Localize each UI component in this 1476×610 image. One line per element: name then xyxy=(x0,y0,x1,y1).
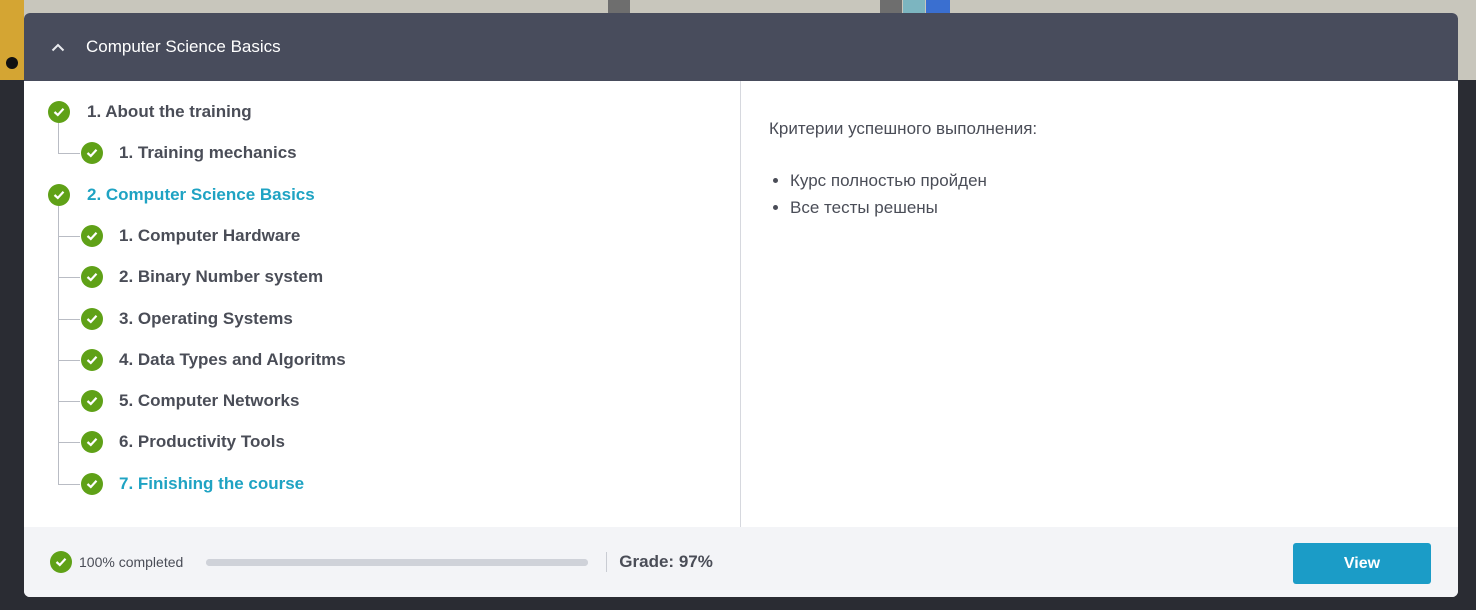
tree-lesson[interactable]: 1. Training mechanics xyxy=(81,138,297,168)
background-dark-area xyxy=(1458,80,1476,610)
check-circle-icon xyxy=(48,183,70,206)
chevron-up-icon xyxy=(51,43,65,51)
tree-item-label: 1. Training mechanics xyxy=(119,143,297,163)
check-circle-icon xyxy=(81,472,103,495)
check-circle-icon xyxy=(81,266,103,289)
footer-divider xyxy=(606,552,608,572)
modal-title: Computer Science Basics xyxy=(86,37,281,56)
tree-section[interactable]: 2. Computer Science Basics xyxy=(48,180,315,210)
tree-connector xyxy=(58,401,80,403)
modal-footer: 100% completed Grade: 97% View xyxy=(24,527,1458,597)
check-circle-icon xyxy=(81,431,103,454)
criteria-pane: Критерии успешного выполнения: Курс полн… xyxy=(741,81,1458,527)
background-map-tile xyxy=(926,0,950,14)
tree-lesson[interactable]: 3. Operating Systems xyxy=(81,304,293,334)
background-dark-area xyxy=(0,80,24,610)
course-tree-pane: 1. About the training 1. Training mechani… xyxy=(24,81,741,527)
tree-item-label: 1. About the training xyxy=(87,102,252,121)
course-tree: 1. About the training 1. Training mechani… xyxy=(24,81,740,495)
criteria-list: Курс полностью пройден Все тесты решены xyxy=(769,167,1458,221)
course-modal: Computer Science Basics 1. About the tra… xyxy=(24,13,1458,597)
tree-item-label: 3. Operating Systems xyxy=(119,308,293,328)
check-circle-icon xyxy=(81,307,103,330)
tree-connector xyxy=(58,483,80,485)
modal-header: Computer Science Basics xyxy=(24,13,1458,81)
check-circle-icon xyxy=(81,390,103,413)
background-map-tile xyxy=(880,0,902,14)
tree-connector xyxy=(58,235,80,237)
check-circle-icon xyxy=(81,348,103,371)
tree-item-label: 7. Finishing the course xyxy=(119,473,305,493)
tree-connector xyxy=(58,277,80,279)
tree-item-label: 2. Computer Science Basics xyxy=(87,184,315,204)
criteria-item: Все тесты решены xyxy=(790,194,1458,221)
criteria-item: Курс полностью пройден xyxy=(790,167,1458,194)
tree-connector xyxy=(58,442,80,444)
tree-connector xyxy=(58,359,80,361)
background-map-tile xyxy=(608,0,630,14)
check-circle-icon xyxy=(81,142,103,165)
tree-lesson[interactable]: 1. Computer Hardware xyxy=(81,221,300,251)
tree-lesson[interactable]: 2. Binary Number system xyxy=(81,262,323,292)
tree-connector xyxy=(58,318,80,320)
tree-section[interactable]: 1. About the training xyxy=(48,97,252,127)
grade-text: Grade: 97% xyxy=(619,552,713,571)
criteria-title: Критерии успешного выполнения: xyxy=(769,119,1038,138)
check-circle-icon xyxy=(81,224,103,247)
background-map-tile xyxy=(903,0,925,14)
progress-text: 100% completed xyxy=(79,554,184,570)
check-circle-icon xyxy=(48,101,70,123)
tree-lesson[interactable]: 7. Finishing the course xyxy=(81,469,304,499)
progress-bar xyxy=(206,558,589,566)
background-marker xyxy=(6,57,18,69)
tree-item-label: 5. Computer Networks xyxy=(119,391,300,411)
tree-item-label: 4. Data Types and Algoritms xyxy=(119,349,346,369)
tree-connector xyxy=(58,153,80,155)
collapse-button[interactable] xyxy=(48,37,68,57)
modal-body: 1. About the training 1. Training mechani… xyxy=(24,81,1458,527)
tree-item-label: 6. Productivity Tools xyxy=(119,432,285,452)
tree-connector xyxy=(58,123,59,154)
completed-check-icon xyxy=(50,551,72,573)
tree-item-label: 1. Computer Hardware xyxy=(119,225,301,245)
tree-lesson[interactable]: 5. Computer Networks xyxy=(81,386,299,416)
tree-lesson[interactable]: 6. Productivity Tools xyxy=(81,427,285,457)
view-button[interactable]: View xyxy=(1293,543,1431,584)
tree-item-label: 2. Binary Number system xyxy=(119,267,324,287)
progress-fill xyxy=(206,558,589,566)
tree-lesson[interactable]: 4. Data Types and Algoritms xyxy=(81,345,346,375)
